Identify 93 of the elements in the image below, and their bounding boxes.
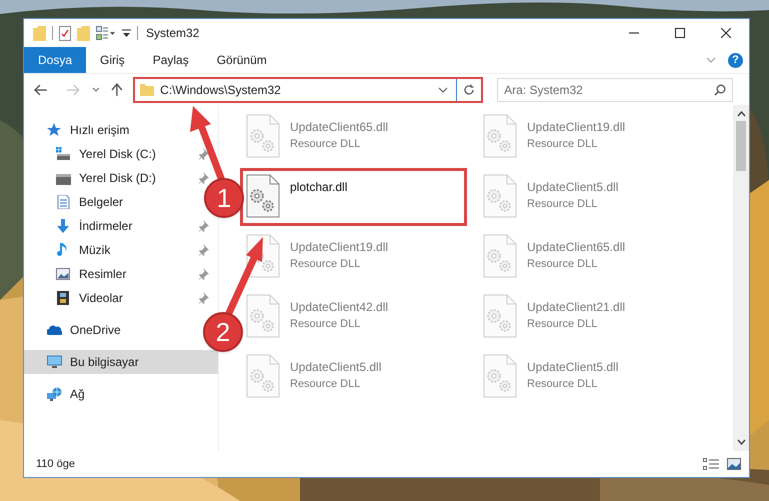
sidebar-item[interactable]: Yerel Disk (D:) [56,166,156,190]
large-icons-view-icon[interactable] [727,458,741,470]
file-item[interactable]: UpdateClient5.dll Resource DLL [243,351,470,409]
download-icon [56,219,71,233]
chevron-icon[interactable] [706,57,716,63]
ribbon-tab[interactable]: Paylaş [138,47,203,73]
scroll-thumb[interactable] [736,121,746,171]
disk-icon [56,171,71,185]
windisk-icon [56,147,71,161]
file-type: Resource DLL [290,137,362,152]
sidebar-item[interactable]: Ağ [47,382,85,406]
scrollbar[interactable] [733,105,749,451]
gears-file-icon [246,294,280,338]
address-path: C:\Windows\System32 [160,82,281,98]
file-item[interactable]: plotchar.dll [240,168,467,226]
search-icon[interactable] [714,84,726,96]
sidebar-item[interactable]: Resimler [56,262,126,286]
sidebar-item[interactable]: İndirmeler [56,214,132,238]
video-icon [56,291,71,305]
gears-file-icon [483,294,517,338]
item-count: 110 öge [36,456,75,472]
pin-icon[interactable] [199,148,210,160]
gears-file-icon [483,114,517,158]
pin-icon[interactable] [199,292,210,304]
file-name: UpdateClient19.dll [290,239,388,256]
star-icon [47,123,62,137]
file-type: Resource DLL [527,197,598,212]
pictures-icon [56,267,71,281]
pin-icon[interactable] [199,268,210,280]
details-view-icon[interactable] [703,458,719,470]
checklist-icon[interactable] [59,26,71,40]
file-item[interactable]: UpdateClient19.dll Resource DLL [480,111,707,169]
file-name: UpdateClient21.dll [527,299,626,316]
file-name: UpdateClient5.dll [527,179,618,196]
search-field[interactable]: Ara: System32 [497,78,733,102]
computer-icon [47,355,62,369]
file-type: Resource DLL [290,257,362,272]
ribbon-tab[interactable]: Dosya [24,47,86,73]
window-title: System32 [146,25,200,42]
file-item[interactable]: UpdateClient65.dll Resource DLL [480,231,707,289]
file-name: UpdateClient5.dll [527,359,618,376]
sidebar-item[interactable]: Yerel Disk (C:) [56,142,156,166]
gears-file-icon [483,354,517,398]
file-type: Resource DLL [290,317,362,332]
file-type: Resource DLL [290,377,362,392]
sidebar-item[interactable]: Videolar [56,286,123,310]
address-field[interactable]: C:\Windows\System32 [133,76,484,102]
sidebar-item[interactable]: Müzik [56,238,110,262]
folder-icon [140,83,154,96]
view-list-icon[interactable] [96,26,116,40]
pin-icon[interactable] [199,220,210,232]
file-type: Resource DLL [527,317,598,332]
file-item[interactable]: UpdateClient5.dll Resource DLL [480,351,707,409]
document-icon [56,195,71,209]
maximize-icon[interactable] [675,28,685,38]
sidebar-item[interactable]: OneDrive [47,318,121,342]
dropdown-icon[interactable] [122,28,131,38]
close-icon[interactable] [721,28,731,38]
file-name: UpdateClient5.dll [290,359,382,376]
file-name: UpdateClient65.dll [527,239,626,256]
ribbon-tab[interactable]: Giriş [86,47,139,73]
gears-file-icon [483,234,517,278]
help-button[interactable]: ? [728,52,743,68]
scroll-down-icon[interactable] [736,439,746,445]
up-icon[interactable] [111,82,124,96]
pin-icon[interactable] [199,244,210,256]
file-item[interactable]: UpdateClient5.dll Resource DLL [480,171,707,229]
file-type: Resource DLL [527,257,598,272]
file-name: UpdateClient42.dll [290,299,388,316]
file-item[interactable]: UpdateClient65.dll Resource DLL [243,111,470,169]
gears-file-icon [246,114,280,158]
file-item[interactable]: UpdateClient21.dll Resource DLL [480,291,707,349]
file-name: UpdateClient65.dll [290,119,388,136]
file-item[interactable]: UpdateClient42.dll Resource DLL [243,291,470,349]
dropdown-icon[interactable] [438,86,448,92]
file-type: Resource DLL [527,377,598,392]
gears-file-icon [246,174,280,218]
sidebar-item[interactable]: Hızlı erişim [47,118,130,142]
refresh-icon[interactable] [463,84,476,96]
back-icon[interactable] [34,84,48,96]
dropdown-icon[interactable] [92,87,100,92]
file-name: plotchar.dll [290,179,348,196]
file-type: Resource DLL [527,137,598,152]
ribbon-tab[interactable]: Görünüm [202,47,281,73]
scroll-up-icon[interactable] [736,111,746,117]
sidebar-item[interactable]: Bu bilgisayar [24,350,218,374]
gears-file-icon [246,354,280,398]
sidebar-item[interactable]: Belgeler [56,190,124,214]
pin-icon[interactable] [199,172,210,184]
network-icon [47,387,62,401]
gears-file-icon [483,174,517,218]
file-name: UpdateClient19.dll [527,119,626,136]
cloud-icon [47,323,62,337]
